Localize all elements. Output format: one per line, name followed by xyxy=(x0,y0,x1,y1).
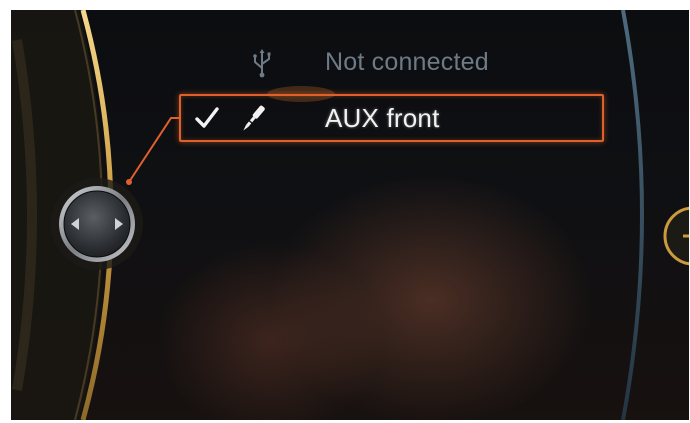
usb-icon xyxy=(253,49,271,78)
plus-icon[interactable] xyxy=(659,206,689,266)
source-label-aux-front: AUX front xyxy=(325,102,440,133)
idrive-display: Not connected AUX front xyxy=(11,10,689,420)
source-label-usb: Not connected xyxy=(325,47,489,76)
audio-jack-icon xyxy=(243,105,265,131)
source-item-aux-front[interactable]: AUX front xyxy=(179,94,604,142)
controller-knob-icon xyxy=(51,117,179,270)
